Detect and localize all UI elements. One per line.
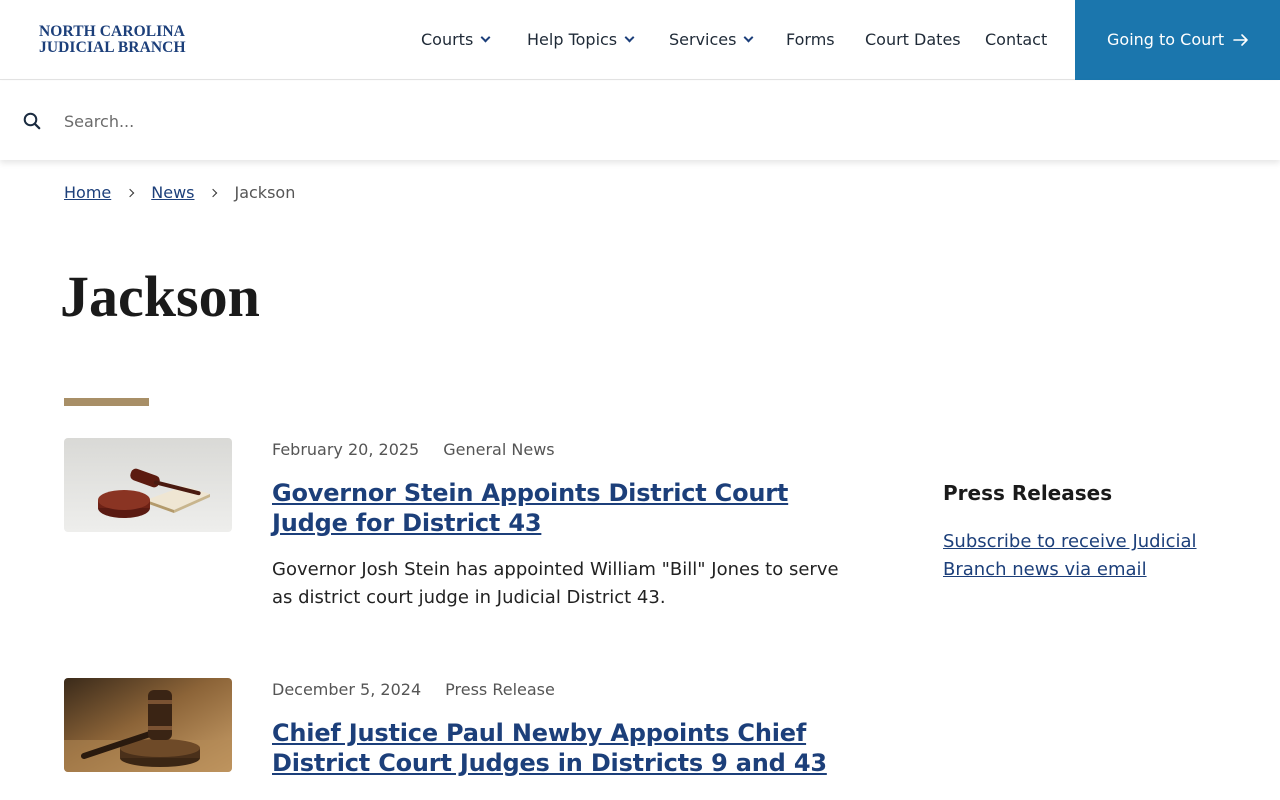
breadcrumb-current: Jackson — [234, 183, 296, 202]
article-title-link[interactable]: Chief Justice Paul Newby Appoints Chief … — [272, 718, 832, 778]
sidebar-heading: Press Releases — [943, 481, 1113, 505]
nav-item-court-dates[interactable]: Court Dates — [865, 29, 961, 51]
chevron-right-icon — [126, 188, 135, 198]
nav-item-label: Forms — [786, 30, 835, 49]
nav-item-help-topics[interactable]: Help Topics — [527, 29, 635, 51]
site-logo[interactable]: NORTH CAROLINA JUDICIAL BRANCH — [39, 24, 186, 56]
article-meta: December 5, 2024 Press Release — [272, 678, 555, 702]
arrow-right-icon — [1233, 34, 1248, 46]
nav-item-label: Courts — [421, 30, 474, 49]
chevron-down-icon — [624, 32, 635, 43]
accent-divider — [64, 398, 149, 406]
nav-item-courts[interactable]: Courts — [421, 29, 491, 51]
article-title-link[interactable]: Governor Stein Appoints District Court J… — [272, 478, 832, 538]
article-meta: February 20, 2025 General News — [272, 438, 555, 462]
nav-item-label: Services — [669, 30, 737, 49]
article-category: Press Release — [445, 680, 555, 699]
nav-item-contact[interactable]: Contact — [985, 29, 1047, 51]
subscribe-link[interactable]: Subscribe to receive Judicial Branch new… — [943, 528, 1213, 584]
nav-item-label: Court Dates — [865, 30, 961, 49]
gavel-on-wood-image[interactable] — [64, 678, 232, 772]
nav-item-services[interactable]: Services — [669, 29, 754, 51]
chevron-down-icon — [744, 32, 754, 43]
press-releases-sidebar: Press Releases Subscribe to receive Judi… — [943, 480, 1233, 584]
news-list-item: February 20, 2025 General News Governor S… — [64, 438, 844, 618]
search-icon[interactable] — [23, 112, 41, 130]
going-to-court-label: Going to Court — [1107, 30, 1225, 49]
article-category: General News — [443, 440, 555, 459]
article-date: December 5, 2024 — [272, 680, 422, 699]
gavel-on-book-image[interactable] — [64, 438, 232, 532]
going-to-court-button[interactable]: Going to Court — [1075, 0, 1280, 80]
site-header: NORTH CAROLINA JUDICIAL BRANCH Courts He… — [0, 0, 1280, 80]
page-title: Jackson — [60, 264, 260, 329]
breadcrumb: Home News Jackson — [64, 182, 295, 204]
article-summary: Governor Josh Stein has appointed Willia… — [272, 559, 839, 608]
breadcrumb-news-link[interactable]: News — [151, 183, 194, 202]
search-bar — [0, 81, 1280, 160]
news-list-item: December 5, 2024 Press Release Chief Just… — [64, 678, 844, 800]
article-date: February 20, 2025 — [272, 440, 420, 459]
logo-line-1: NORTH CAROLINA — [39, 23, 185, 40]
nav-item-label: Contact — [985, 30, 1048, 49]
nav-item-forms[interactable]: Forms — [786, 29, 835, 51]
chevron-down-icon — [480, 32, 491, 43]
chevron-right-icon — [209, 188, 218, 198]
breadcrumb-home-link[interactable]: Home — [64, 183, 111, 202]
logo-line-2: JUDICIAL BRANCH — [39, 39, 186, 56]
search-input[interactable] — [64, 107, 1214, 135]
nav-item-label: Help Topics — [527, 30, 618, 49]
